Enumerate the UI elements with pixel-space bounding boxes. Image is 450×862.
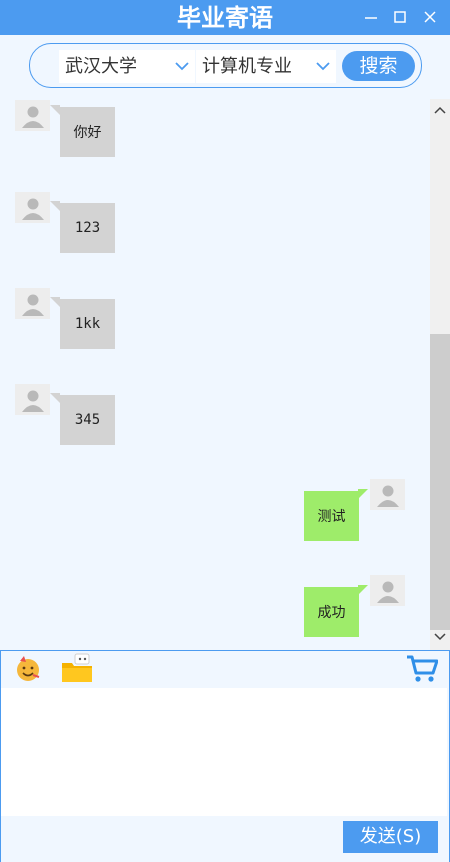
chat-window: 毕业寄语 武汉大学 计算机专业 搜索 你好 123 1kk 345 测试 成功 …: [0, 0, 450, 862]
bubble-tail: [358, 585, 368, 595]
university-select[interactable]: 武汉大学: [59, 50, 195, 83]
university-select-value: 武汉大学: [65, 56, 137, 77]
bubble-tail: [358, 489, 368, 499]
major-select-value: 计算机专业: [202, 56, 292, 77]
bubble-tail: [50, 297, 60, 307]
chat-scrollbar[interactable]: [430, 99, 450, 650]
user-icon: [21, 390, 44, 412]
maximize-button[interactable]: [389, 6, 411, 28]
bubble-tail: [50, 393, 60, 403]
user-icon: [376, 581, 399, 603]
avatar: [15, 288, 50, 319]
message-bubble: 成功: [304, 587, 359, 637]
search-bar: 武汉大学 计算机专业 搜索: [29, 43, 422, 88]
avatar: [15, 100, 50, 131]
chevron-down-icon: [316, 62, 330, 71]
bubble-tail: [50, 201, 60, 211]
minimize-icon: [365, 17, 377, 19]
avatar: [370, 479, 405, 510]
message-bubble: 测试: [304, 491, 359, 541]
avatar: [15, 192, 50, 223]
maximize-icon: [394, 11, 406, 23]
message-input[interactable]: [1, 688, 447, 816]
minimize-button[interactable]: [360, 6, 382, 28]
user-icon: [376, 485, 399, 507]
user-icon: [21, 198, 44, 220]
message-bubble: 123: [60, 203, 115, 253]
message-list: 你好 123 1kk 345 测试 成功: [0, 99, 430, 650]
close-icon: [424, 11, 436, 23]
search-button[interactable]: 搜索: [342, 51, 415, 81]
message-bubble: 你好: [60, 107, 115, 157]
chevron-down-icon: [175, 62, 189, 71]
bubble-tail: [50, 105, 60, 115]
title-bar: 毕业寄语: [0, 0, 450, 35]
scrollbar-thumb[interactable]: [430, 334, 450, 630]
user-icon: [21, 294, 44, 316]
avatar: [370, 575, 405, 606]
avatar: [15, 384, 50, 415]
message-bubble: 345: [60, 395, 115, 445]
window-title: 毕业寄语: [177, 3, 273, 32]
scroll-up-icon[interactable]: [434, 105, 446, 115]
send-button[interactable]: 发送(S): [343, 821, 438, 853]
scroll-down-icon[interactable]: [434, 632, 446, 642]
message-bubble: 1kk: [60, 299, 115, 349]
user-icon: [21, 106, 44, 128]
cart-icon[interactable]: [406, 654, 438, 684]
emoji-icon[interactable]: [14, 655, 42, 683]
close-button[interactable]: [419, 6, 441, 28]
folder-icon[interactable]: [61, 653, 93, 683]
major-select[interactable]: 计算机专业: [196, 50, 336, 83]
